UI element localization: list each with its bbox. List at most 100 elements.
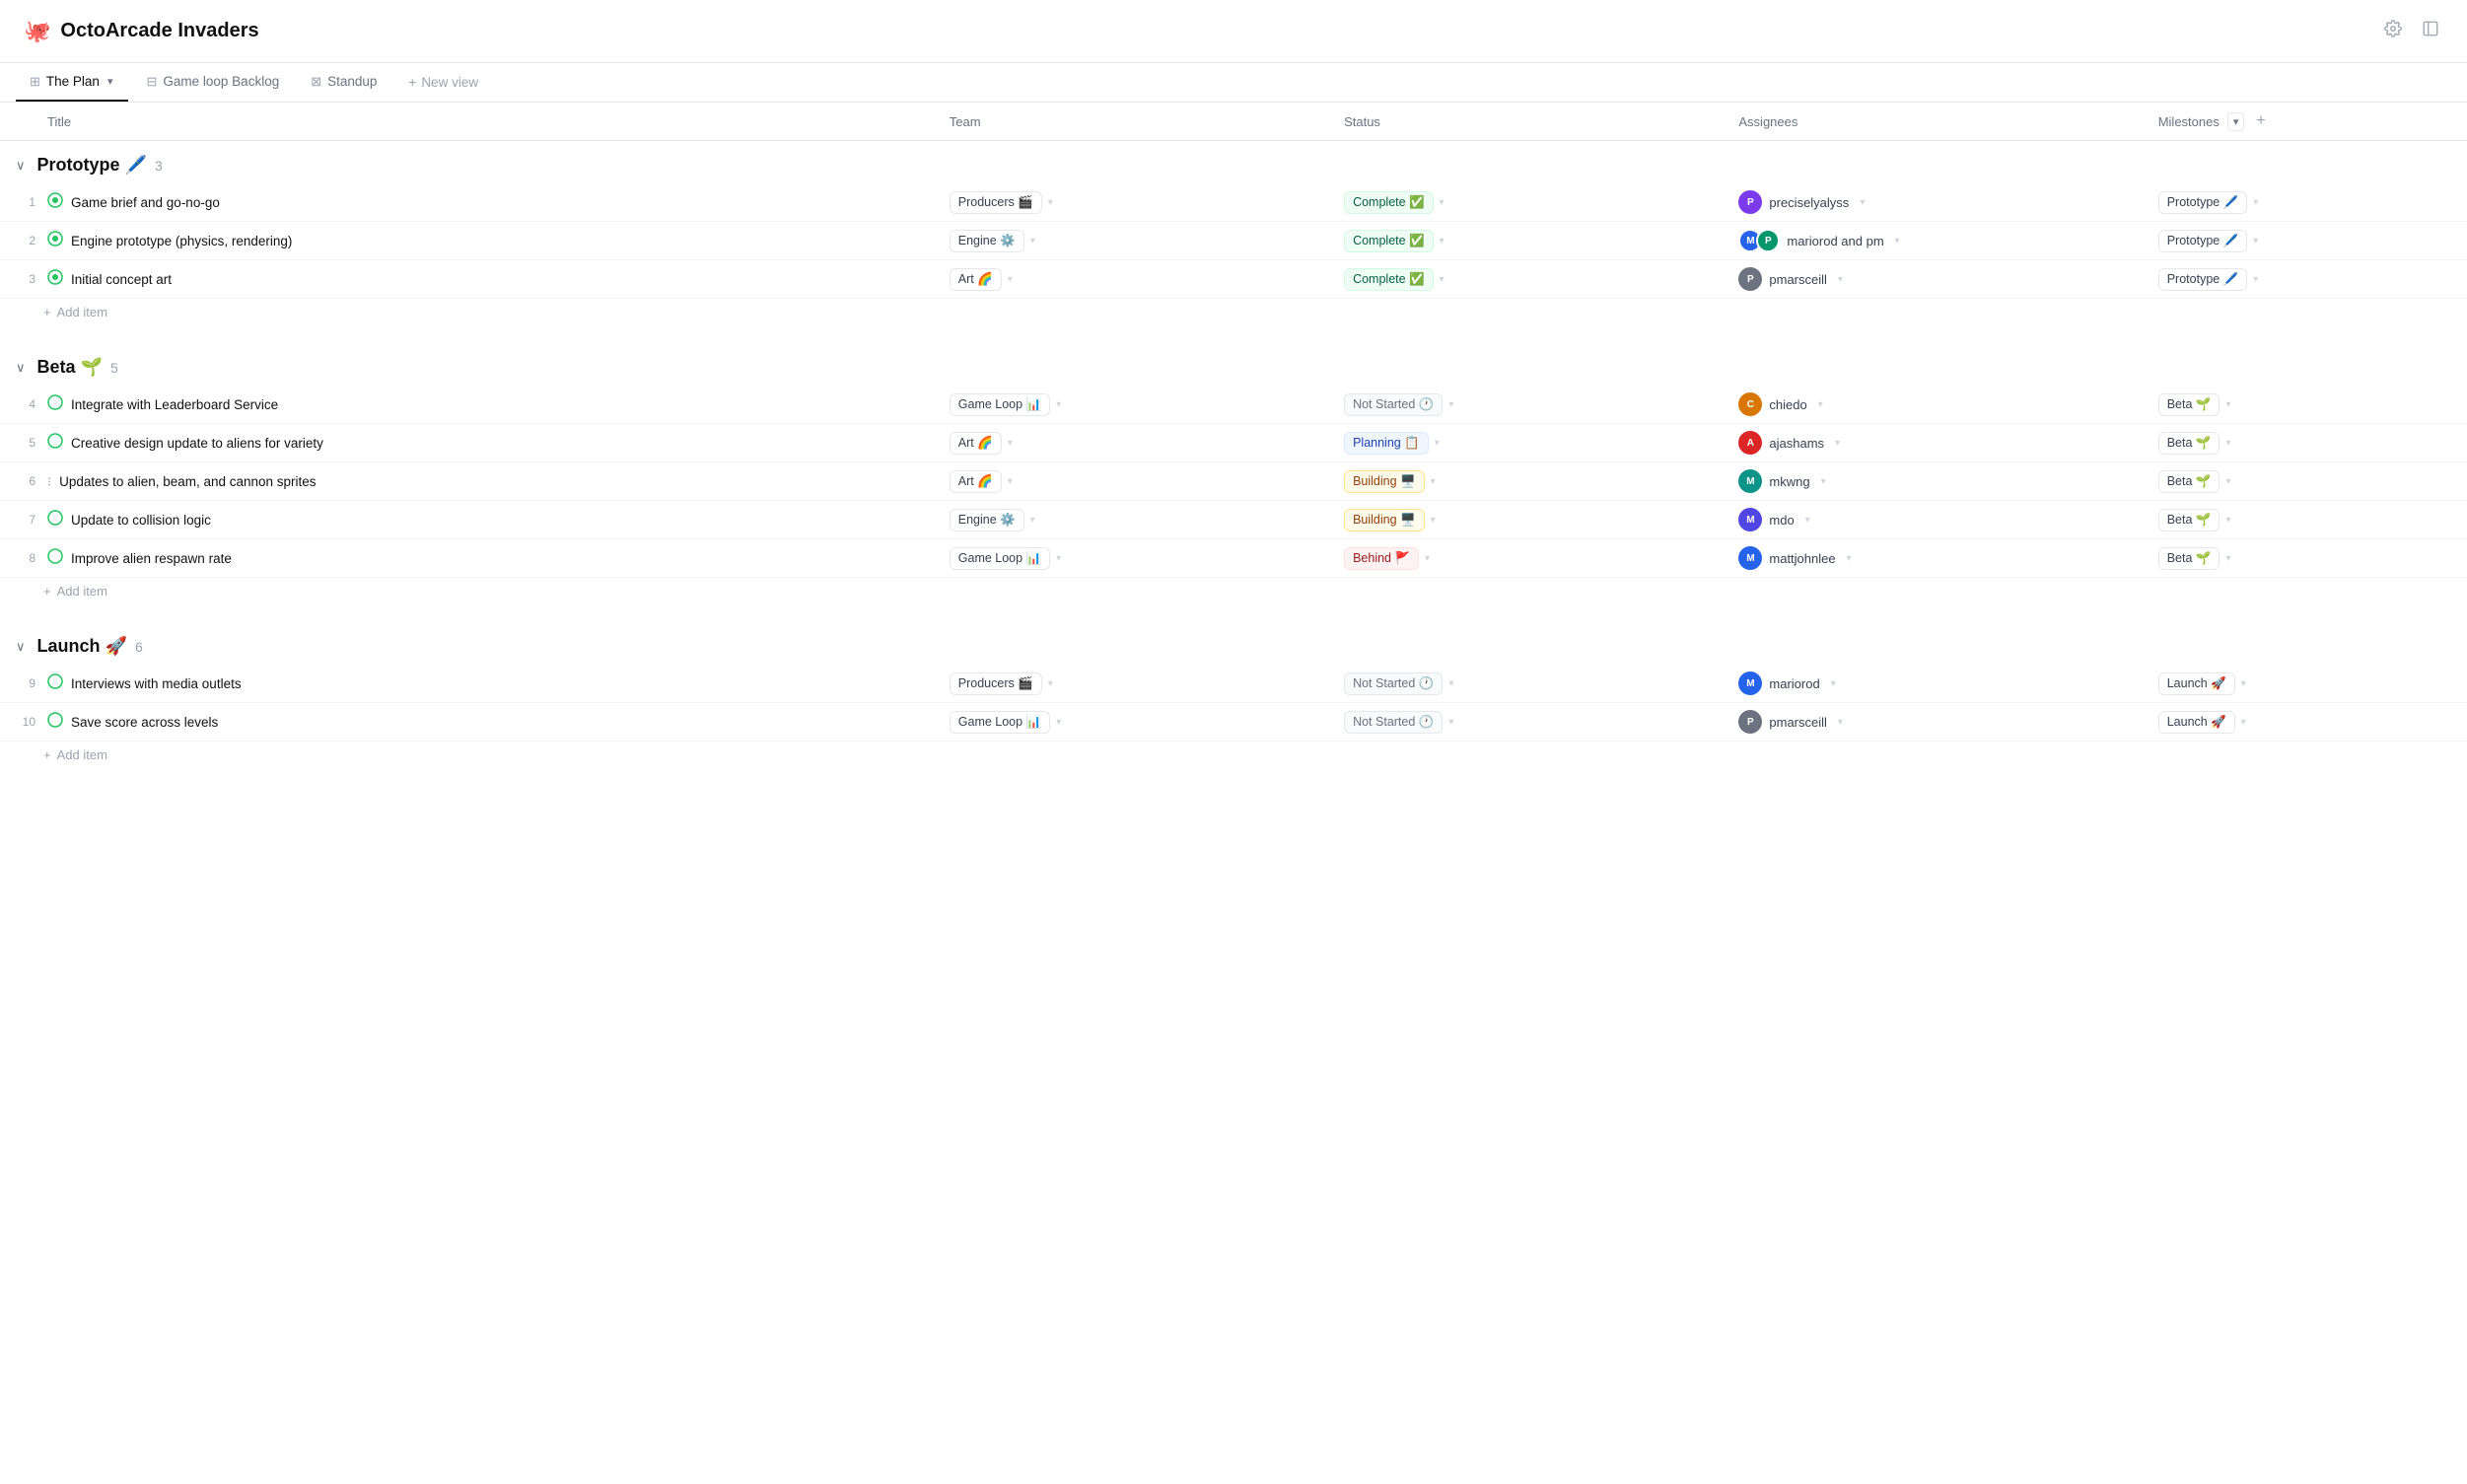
- team-pill[interactable]: Engine ⚙️: [950, 509, 1024, 531]
- team-pill[interactable]: Game Loop 📊: [950, 393, 1050, 416]
- status-pill[interactable]: Building 🖥️: [1344, 470, 1425, 493]
- team-cell: Game Loop 📊 ▾: [938, 386, 1332, 424]
- app-header: 🐙 OctoArcade Invaders: [0, 0, 2467, 63]
- status-icon: [47, 673, 63, 693]
- add-item-row-beta[interactable]: + Add item: [0, 578, 2467, 615]
- group-name-launch: Launch 🚀: [37, 636, 127, 657]
- group-row-prototype: ∨ Prototype 🖊️ 3: [0, 141, 2467, 184]
- status-pill[interactable]: Not Started 🕐: [1344, 711, 1443, 734]
- team-dropdown-icon: ▾: [1056, 553, 1061, 564]
- milestone-pill[interactable]: Prototype 🖊️: [2158, 268, 2248, 291]
- team-pill[interactable]: Art 🌈: [950, 432, 1002, 455]
- team-cell: Art 🌈 ▾: [938, 260, 1332, 299]
- add-item-label: Add item: [57, 584, 107, 599]
- app-title-text: OctoArcade Invaders: [60, 20, 258, 42]
- assignee-group: M mkwng ▾: [1738, 469, 2134, 493]
- group-toggle-beta[interactable]: ∨: [12, 358, 30, 378]
- team-pill[interactable]: Art 🌈: [950, 268, 1002, 291]
- team-pill[interactable]: Art 🌈: [950, 470, 1002, 493]
- tabs-bar: ⊞ The Plan ▾ ⊟ Game loop Backlog ⊠ Stand…: [0, 63, 2467, 103]
- milestone-pill[interactable]: Launch 🚀: [2158, 711, 2235, 734]
- group-toggle-launch[interactable]: ∨: [12, 637, 30, 657]
- team-cell: Engine ⚙️ ▾: [938, 222, 1332, 260]
- app-container: 🐙 OctoArcade Invaders ⊞ The Plan ▾ ⊟: [0, 0, 2467, 1484]
- app-icon: 🐙: [24, 19, 50, 44]
- settings-button[interactable]: [2380, 16, 2406, 46]
- status-icon-circle-open: [47, 673, 63, 689]
- status-pill[interactable]: Not Started 🕐: [1344, 672, 1443, 695]
- milestone-dropdown-icon: ▾: [2225, 515, 2230, 526]
- row-number: 10: [12, 715, 43, 729]
- add-item-row-launch[interactable]: + Add item: [0, 742, 2467, 779]
- tab-game-loop-backlog[interactable]: ⊟ Game loop Backlog: [132, 64, 293, 102]
- team-cell: Game Loop 📊 ▾: [938, 539, 1332, 578]
- team-dropdown-icon: ▾: [1008, 476, 1013, 487]
- status-pill[interactable]: Complete ✅: [1344, 230, 1434, 252]
- task-title: Initial concept art: [71, 272, 172, 287]
- status-cell: Behind 🚩 ▾: [1332, 539, 1727, 578]
- assignees-cell: M mattjohnlee ▾: [1727, 539, 2146, 578]
- status-icon: [47, 269, 63, 289]
- row-number: 9: [12, 676, 43, 690]
- row-number: 3: [12, 272, 43, 286]
- milestone-pill[interactable]: Beta 🌱: [2158, 470, 2220, 493]
- tab-new-view[interactable]: + New view: [394, 65, 492, 100]
- status-pill[interactable]: Behind 🚩: [1344, 547, 1419, 570]
- task-title: Game brief and go-no-go: [71, 195, 220, 210]
- team-pill[interactable]: Engine ⚙️: [950, 230, 1024, 252]
- team-pill[interactable]: Game Loop 📊: [950, 547, 1050, 570]
- group-name-beta: Beta 🌱: [37, 357, 103, 378]
- add-column-button[interactable]: +: [2252, 110, 2269, 132]
- group-count-prototype: 3: [155, 158, 163, 174]
- milestone-pill[interactable]: Beta 🌱: [2158, 547, 2220, 570]
- layout-button[interactable]: [2418, 16, 2443, 46]
- tab-plan-label: The Plan: [46, 74, 100, 89]
- milestone-pill[interactable]: Prototype 🖊️: [2158, 230, 2248, 252]
- milestone-dropdown-icon: ▾: [2241, 678, 2246, 689]
- tab-standup[interactable]: ⊠ Standup: [297, 64, 390, 102]
- status-icon-circle-open: [47, 433, 63, 449]
- group-toggle-prototype[interactable]: ∨: [12, 156, 30, 176]
- assignees-cell: P pmarsceill ▾: [1727, 260, 2146, 299]
- assignee-dropdown-icon: ▾: [1847, 553, 1852, 564]
- tab-standup-icon: ⊠: [311, 74, 321, 90]
- row-num-cell: 10 Save score across levels: [0, 703, 938, 742]
- milestone-pill[interactable]: Launch 🚀: [2158, 672, 2235, 695]
- assignees-cell: C chiedo ▾: [1727, 386, 2146, 424]
- add-item-row-prototype[interactable]: + Add item: [0, 299, 2467, 336]
- row-num-cell: 3 Initial concept art: [0, 260, 938, 299]
- assignee-dropdown-icon: ▾: [1838, 274, 1843, 285]
- tab-the-plan[interactable]: ⊞ The Plan ▾: [16, 63, 128, 102]
- milestone-pill[interactable]: Beta 🌱: [2158, 393, 2220, 416]
- milestone-pill[interactable]: Beta 🌱: [2158, 509, 2220, 531]
- status-pill[interactable]: Not Started 🕐: [1344, 393, 1443, 416]
- status-pill[interactable]: Complete ✅: [1344, 268, 1434, 291]
- table-row: 10 Save score across levels Game Loop 📊 …: [0, 703, 2467, 742]
- assignee-group: C chiedo ▾: [1738, 392, 2134, 416]
- tab-plan-dropdown[interactable]: ▾: [106, 73, 115, 90]
- assignee-name: chiedo: [1769, 397, 1806, 412]
- milestone-pill[interactable]: Beta 🌱: [2158, 432, 2220, 455]
- assignee-name: mattjohnlee: [1769, 551, 1835, 566]
- status-dropdown-icon: ▾: [1448, 717, 1453, 728]
- status-pill[interactable]: Building 🖥️: [1344, 509, 1425, 531]
- row-num-cell: 8 Improve alien respawn rate: [0, 539, 938, 578]
- status-pill[interactable]: Complete ✅: [1344, 191, 1434, 214]
- team-pill[interactable]: Producers 🎬: [950, 191, 1042, 214]
- status-cell: Building 🖥️ ▾: [1332, 462, 1727, 501]
- assignees-cell: MP mariorod and pm ▾: [1727, 222, 2146, 260]
- team-pill[interactable]: Producers 🎬: [950, 672, 1042, 695]
- milestone-dropdown-icon: ▾: [2225, 438, 2230, 449]
- tab-standup-label: Standup: [327, 74, 377, 89]
- milestone-pill[interactable]: Prototype 🖊️: [2158, 191, 2248, 214]
- assignees-cell: A ajashams ▾: [1727, 424, 2146, 462]
- column-header-row: Title Team Status Assignees Milestones ▾…: [0, 103, 2467, 141]
- header-actions: [2380, 16, 2443, 46]
- team-pill[interactable]: Game Loop 📊: [950, 711, 1050, 734]
- main-table: Title Team Status Assignees Milestones ▾…: [0, 103, 2467, 778]
- status-icon: [47, 394, 63, 414]
- milestones-sort-button[interactable]: ▾: [2227, 112, 2245, 131]
- status-pill[interactable]: Planning 📋: [1344, 432, 1429, 455]
- status-dropdown-icon: ▾: [1448, 678, 1453, 689]
- status-cell: Complete ✅ ▾: [1332, 222, 1727, 260]
